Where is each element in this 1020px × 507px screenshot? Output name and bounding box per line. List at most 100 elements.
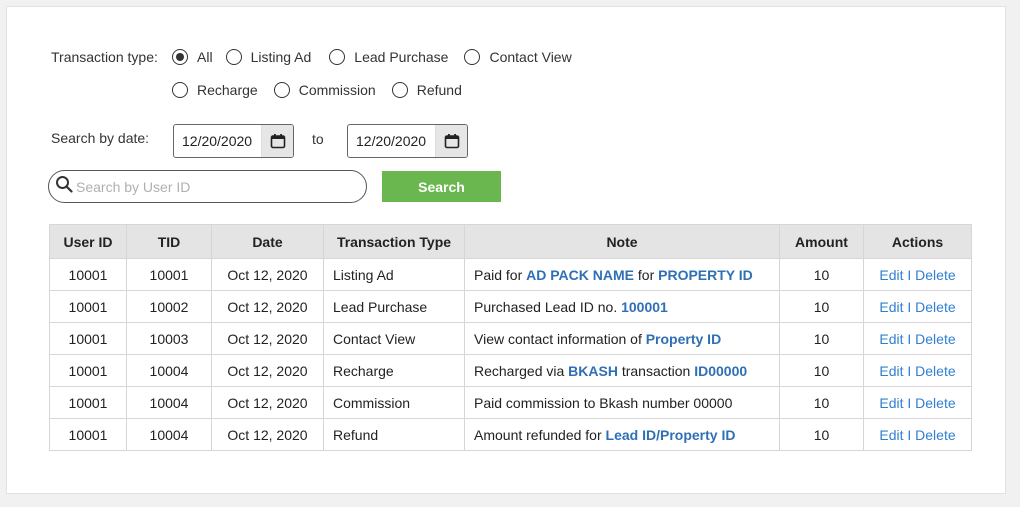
tid-cell: 10003 <box>126 322 212 355</box>
calendar-icon[interactable] <box>435 125 467 157</box>
user-id-cell: 10001 <box>49 386 127 419</box>
action-separator: I <box>903 330 916 347</box>
note-text: View contact information of <box>474 330 646 347</box>
delete-link[interactable]: Delete <box>915 427 955 443</box>
radio-label: All <box>197 49 213 65</box>
note-highlight: Property ID <box>645 330 722 347</box>
table-row: 10001 10003 Oct 12, 2020 Contact View View c… <box>49 322 972 355</box>
actions-cell: Edit I Delete <box>863 290 972 323</box>
radio-refund[interactable]: Refund <box>391 82 462 98</box>
radio-unselected-icon <box>273 82 290 98</box>
radio-unselected-icon <box>329 49 346 65</box>
actions-cell: Edit I Delete <box>863 418 972 451</box>
radio-all[interactable]: All <box>172 49 213 65</box>
note-highlight: ID00000 <box>694 362 748 379</box>
table-row: 10001 10004 Oct 12, 2020 Recharge Recharged … <box>49 354 972 387</box>
transaction-type-cell: Refund <box>323 418 465 451</box>
radio-selected-icon <box>172 49 188 65</box>
calendar-icon[interactable] <box>261 125 293 157</box>
note-text: transaction <box>617 362 695 379</box>
date-cell: Oct 12, 2020 <box>211 322 324 355</box>
table-row: 10001 10001 Oct 12, 2020 Listing Ad Paid for… <box>49 258 972 291</box>
radio-unselected-icon <box>225 49 242 65</box>
actions-cell: Edit I Delete <box>863 386 972 419</box>
table-body: 10001 10001 Oct 12, 2020 Listing Ad Paid for… <box>49 258 972 451</box>
note-cell: Recharged via BKASH transaction ID00000 <box>464 354 780 387</box>
table-row: 10001 10004 Oct 12, 2020 Refund Amount refun… <box>49 418 972 451</box>
transaction-type-cell: Listing Ad <box>323 258 465 291</box>
table-row: 10001 10004 Oct 12, 2020 Commission Paid com… <box>49 386 972 419</box>
edit-link[interactable]: Edit <box>879 395 903 411</box>
date-cell: Oct 12, 2020 <box>211 290 324 323</box>
actions-cell: Edit I Delete <box>863 322 972 355</box>
date-label: Search by date: <box>51 130 150 146</box>
note-highlight: PROPERTY ID <box>658 266 753 283</box>
column-header: Transaction Type <box>323 224 465 259</box>
note-text: Amount refunded for <box>474 426 606 443</box>
delete-link[interactable]: Delete <box>915 395 955 411</box>
search-box <box>48 170 367 203</box>
note-text: for <box>634 266 659 283</box>
user-id-cell: 10001 <box>49 258 127 291</box>
search-button[interactable]: Search <box>382 171 501 202</box>
note-highlight: Lead ID/Property ID <box>605 426 736 443</box>
action-separator: I <box>903 362 916 379</box>
transaction-type-cell: Contact View <box>323 322 465 355</box>
note-text: Paid for <box>474 266 527 283</box>
date-cell: Oct 12, 2020 <box>211 418 324 451</box>
column-header: User ID <box>49 224 127 259</box>
table-header-row: User ID TID Date Transaction Type Note A… <box>49 224 972 259</box>
edit-link[interactable]: Edit <box>879 299 903 315</box>
note-text: Purchased Lead ID no. <box>474 298 622 315</box>
amount-cell: 10 <box>779 354 864 387</box>
note-highlight: AD PACK NAME <box>526 266 634 283</box>
date-from-input[interactable]: 12/20/2020 <box>173 124 294 158</box>
date-to-input[interactable]: 12/20/2020 <box>347 124 468 158</box>
transaction-type-label: Transaction type: <box>51 49 158 65</box>
search-input[interactable] <box>76 178 366 195</box>
user-id-cell: 10001 <box>49 322 127 355</box>
radio-label: Commission <box>298 82 376 98</box>
tid-cell: 10001 <box>126 258 212 291</box>
radio-contact-view[interactable]: Contact View <box>464 49 572 65</box>
actions-cell: Edit I Delete <box>863 258 972 291</box>
amount-cell: 10 <box>779 290 864 323</box>
column-header: TID <box>126 224 212 259</box>
user-id-cell: 10001 <box>49 418 127 451</box>
column-header: Amount <box>779 224 864 259</box>
date-to-label: to <box>312 131 324 147</box>
amount-cell: 10 <box>779 258 864 291</box>
edit-link[interactable]: Edit <box>879 363 903 379</box>
radio-lead-purchase[interactable]: Lead Purchase <box>329 49 448 65</box>
amount-cell: 10 <box>779 386 864 419</box>
date-from-value: 12/20/2020 <box>182 133 253 149</box>
radio-unselected-icon <box>464 49 481 65</box>
note-cell: Amount refunded for Lead ID/Property ID <box>464 418 780 451</box>
transaction-type-cell: Lead Purchase <box>323 290 465 323</box>
radio-label: Contact View <box>489 49 572 65</box>
delete-link[interactable]: Delete <box>915 331 955 347</box>
actions-cell: Edit I Delete <box>863 354 972 387</box>
radio-label: Listing Ad <box>250 49 312 65</box>
radio-recharge[interactable]: Recharge <box>172 82 258 98</box>
edit-link[interactable]: Edit <box>879 267 903 283</box>
edit-link[interactable]: Edit <box>879 427 903 443</box>
delete-link[interactable]: Delete <box>915 267 955 283</box>
radio-label: Recharge <box>197 82 258 98</box>
radio-commission[interactable]: Commission <box>273 82 376 98</box>
edit-link[interactable]: Edit <box>879 331 903 347</box>
note-text: Recharged via <box>474 362 569 379</box>
column-header: Date <box>211 224 324 259</box>
delete-link[interactable]: Delete <box>915 363 955 379</box>
note-cell: Paid commission to Bkash number 00000 <box>464 386 780 419</box>
radio-unselected-icon <box>172 82 188 98</box>
date-cell: Oct 12, 2020 <box>211 386 324 419</box>
user-id-cell: 10001 <box>49 354 127 387</box>
transaction-type-cell: Recharge <box>323 354 465 387</box>
tid-cell: 10004 <box>126 386 212 419</box>
delete-link[interactable]: Delete <box>915 299 955 315</box>
radio-listing-ad[interactable]: Listing Ad <box>225 49 312 65</box>
action-separator: I <box>903 266 916 283</box>
date-to-value: 12/20/2020 <box>356 133 427 149</box>
user-id-cell: 10001 <box>49 290 127 323</box>
